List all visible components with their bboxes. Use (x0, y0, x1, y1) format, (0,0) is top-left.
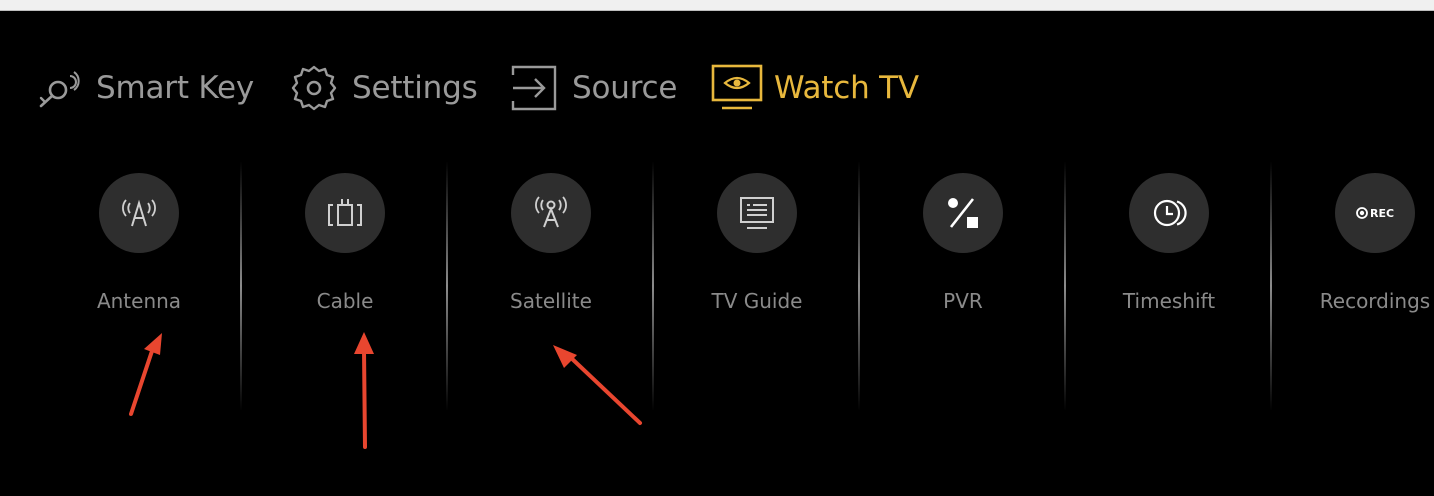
menu-item-cable[interactable]: Cable (245, 161, 445, 411)
timeshift-icon (1153, 199, 1187, 227)
menu-label: Recordings (1319, 289, 1431, 313)
recordings-icon: REC (1356, 207, 1394, 220)
divider (1270, 161, 1272, 411)
pvr-icon (948, 198, 978, 228)
nav-label: Smart Key (96, 70, 255, 106)
menu-icon-circle (717, 173, 797, 253)
menu-item-timeshift[interactable]: Timeshift (1069, 161, 1269, 411)
menu-icon-circle (99, 173, 179, 253)
menu-icon-circle (923, 173, 1003, 253)
nav-label: Settings (352, 70, 478, 106)
menu-label: Antenna (96, 289, 182, 313)
menu-icon-circle (1129, 173, 1209, 253)
menu-item-recordings[interactable]: REC Recordings (1275, 161, 1434, 411)
nav-watch-tv[interactable]: Watch TV (710, 63, 919, 113)
cable-icon (328, 199, 362, 226)
divider (858, 161, 860, 411)
menu-label: Satellite (510, 289, 592, 313)
source-input-icon (508, 62, 560, 114)
nav-label: Watch TV (774, 70, 919, 106)
menu-item-satellite[interactable]: Satellite (451, 161, 651, 411)
watch-tv-icon (710, 63, 764, 113)
divider (652, 161, 654, 411)
menu-item-tv-guide[interactable]: TV Guide (657, 161, 857, 411)
window-top-strip (0, 0, 1434, 11)
tv-guide-icon (740, 197, 774, 229)
menu-item-pvr[interactable]: PVR (863, 161, 1063, 411)
gear-icon (288, 62, 340, 114)
smart-key-icon (36, 68, 88, 108)
menu-icon-circle (305, 173, 385, 253)
menu-label: TV Guide (711, 289, 803, 313)
menu-icon-circle: REC (1335, 173, 1415, 253)
tv-screen: Smart Key Settings Source Watch TV Anten… (0, 11, 1434, 496)
menu-label: Timeshift (1122, 289, 1216, 313)
menu-icon-circle (511, 173, 591, 253)
divider (1064, 161, 1066, 411)
menu-item-antenna[interactable]: Antenna (39, 161, 239, 411)
menu-label: Cable (316, 289, 374, 313)
rec-badge: REC (1370, 207, 1394, 220)
nav-settings[interactable]: Settings (288, 63, 478, 113)
antenna-icon (122, 199, 156, 227)
nav-label: Source (572, 70, 678, 106)
nav-smart-key[interactable]: Smart Key (36, 63, 254, 113)
satellite-icon (535, 196, 567, 228)
divider (240, 161, 242, 411)
divider (446, 161, 448, 411)
menu-label: PVR (943, 289, 983, 313)
nav-source[interactable]: Source (508, 63, 677, 113)
